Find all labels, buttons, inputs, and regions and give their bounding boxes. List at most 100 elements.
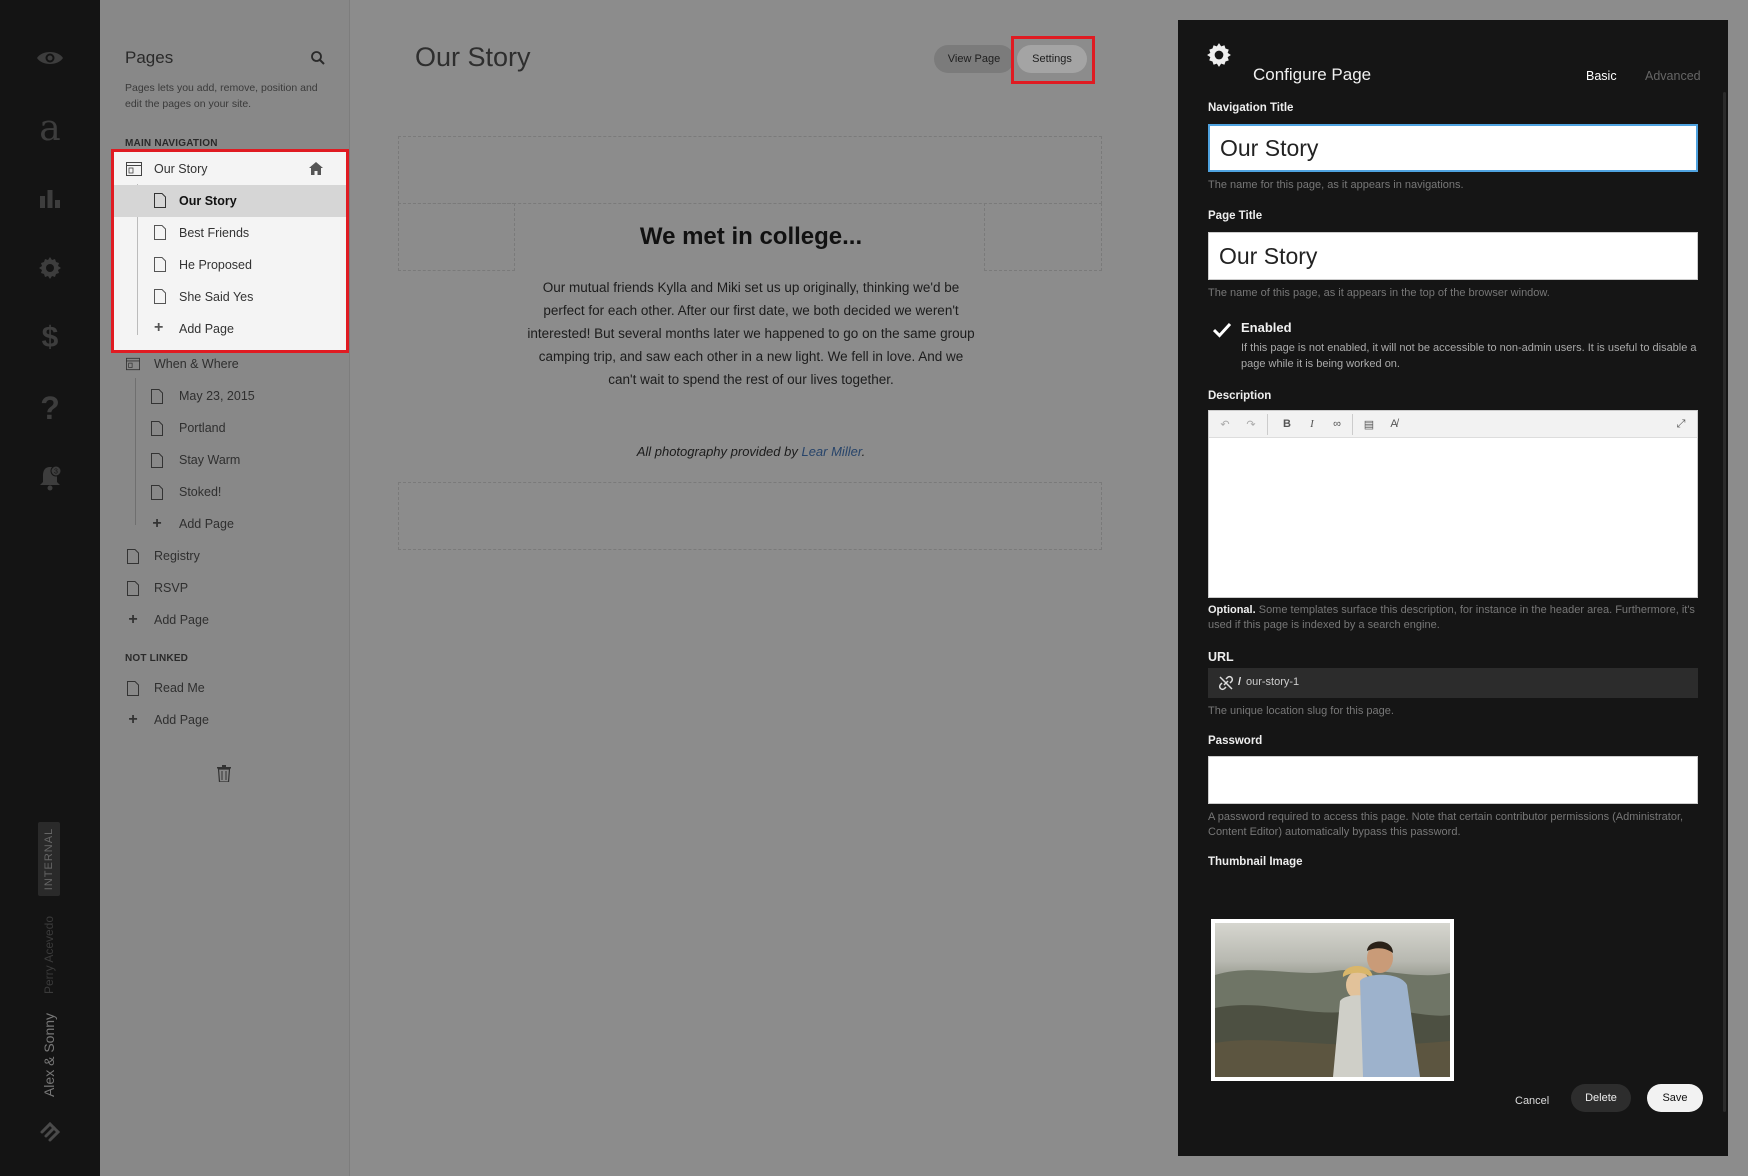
- trash-icon[interactable]: [217, 765, 231, 783]
- nav-title-input[interactable]: Our Story: [1208, 124, 1698, 172]
- description-editor[interactable]: ↶ ↷ B I ∞ ▤ A̸ ⤢: [1208, 410, 1698, 598]
- squarespace-logo-icon[interactable]: [30, 1112, 70, 1152]
- not-linked-label: NOT LINKED: [125, 653, 189, 664]
- photo-credit: All photography provided by Lear Miller.: [636, 444, 866, 459]
- tab-advanced[interactable]: Advanced: [1645, 69, 1701, 83]
- page-item[interactable]: Stay Warm: [112, 445, 348, 475]
- bell-icon[interactable]: 3: [30, 458, 70, 498]
- notification-count: 3: [54, 469, 58, 476]
- left-rail: a $ ? 3 INTERNAL Perry Acevedo Alex & So…: [0, 0, 100, 1176]
- folder-when-where[interactable]: When & Where: [112, 349, 348, 379]
- page-item[interactable]: Stoked!: [112, 477, 348, 507]
- page-icon: [154, 193, 166, 211]
- url-slug-field[interactable]: / our-story-1: [1208, 668, 1698, 698]
- photographer-link[interactable]: Lear Miller: [801, 444, 861, 459]
- password-input[interactable]: [1208, 756, 1698, 804]
- dialog-scrollbar[interactable]: [1723, 92, 1726, 1112]
- help-icon[interactable]: ?: [30, 388, 70, 428]
- undo-icon[interactable]: ↶: [1217, 416, 1233, 432]
- page-icon: [154, 225, 166, 243]
- configure-page-dialog: Configure Page Basic Advanced Navigation…: [1178, 20, 1728, 1156]
- home-icon[interactable]: [309, 162, 323, 178]
- url-slug-value: our-story-1: [1246, 676, 1300, 688]
- redo-icon[interactable]: ↷: [1243, 416, 1259, 432]
- add-page-button[interactable]: + Add Page: [112, 605, 348, 635]
- analytics-icon[interactable]: [30, 178, 70, 218]
- page-item-he-proposed[interactable]: He Proposed: [114, 249, 346, 281]
- page-title-help: The name of this page, as it appears in …: [1208, 287, 1550, 299]
- url-label: URL: [1208, 650, 1234, 664]
- page-title-input[interactable]: Our Story: [1208, 232, 1698, 280]
- page-icon: [126, 580, 140, 596]
- password-label: Password: [1208, 735, 1263, 747]
- page-item-registry[interactable]: Registry: [112, 541, 348, 571]
- enabled-label[interactable]: Enabled: [1241, 320, 1292, 335]
- page-title: Our Story: [415, 42, 531, 72]
- page-item-read-me[interactable]: Read Me: [112, 673, 348, 703]
- search-icon[interactable]: [310, 50, 326, 66]
- story-body: Our mutual friends Kylla and Miki set us…: [527, 280, 975, 387]
- plus-icon: +: [152, 515, 162, 532]
- page-icon: [154, 257, 166, 275]
- page-item-she-said-yes[interactable]: She Said Yes: [114, 281, 346, 313]
- settings-button[interactable]: Settings: [1017, 45, 1087, 73]
- save-button[interactable]: Save: [1647, 1084, 1703, 1112]
- bold-icon[interactable]: B: [1279, 416, 1295, 432]
- link-broken-icon: [1218, 675, 1234, 691]
- gear-icon: [1206, 42, 1232, 68]
- folder-icon: [126, 356, 140, 372]
- content-block[interactable]: [398, 136, 1102, 204]
- clear-format-icon[interactable]: A̸: [1386, 416, 1402, 432]
- add-page-button[interactable]: + Add Page: [112, 509, 348, 539]
- delete-button[interactable]: Delete: [1571, 1084, 1631, 1112]
- folder-our-story-highlight: Our Story Our Story Best Friends He Prop…: [111, 149, 349, 353]
- view-page-button[interactable]: View Page: [934, 45, 1014, 73]
- italic-icon[interactable]: I: [1304, 416, 1320, 432]
- plus-icon: +: [154, 319, 164, 336]
- add-page-button[interactable]: + Add Page: [112, 705, 348, 735]
- content-block[interactable]: [398, 482, 1102, 550]
- enabled-description: If this page is not enabled, it will not…: [1241, 342, 1697, 370]
- description-help: Optional. Some templates surface this de…: [1208, 604, 1695, 631]
- add-page-button[interactable]: + Add Page: [114, 313, 346, 345]
- page-icon: [150, 420, 164, 436]
- page-icon: [126, 680, 140, 696]
- link-icon[interactable]: ∞: [1329, 416, 1345, 432]
- folder-our-story[interactable]: Our Story: [114, 153, 346, 185]
- pages-title: Pages: [125, 48, 174, 67]
- expand-icon[interactable]: ⤢: [1673, 416, 1689, 432]
- page-icon: [150, 484, 164, 500]
- gear-icon[interactable]: [30, 248, 70, 288]
- checkmark-icon[interactable]: [1212, 322, 1232, 338]
- pages-description: Pages lets you add, remove, position and…: [125, 82, 318, 110]
- page-icon: [154, 289, 166, 307]
- typography-icon[interactable]: a: [30, 108, 70, 149]
- site-name[interactable]: Alex & Sonny: [41, 1013, 57, 1097]
- story-heading: We met in college...: [639, 223, 863, 250]
- block-icon[interactable]: ▤: [1361, 416, 1377, 432]
- editor-toolbar: ↶ ↷ B I ∞ ▤ A̸ ⤢: [1209, 411, 1697, 438]
- folder-icon: [126, 162, 142, 179]
- thumbnail-image[interactable]: [1211, 919, 1454, 1081]
- page-icon: [126, 548, 140, 564]
- page-item-our-story[interactable]: Our Story: [114, 185, 346, 217]
- thumbnail-label: Thumbnail Image: [1208, 856, 1303, 868]
- cancel-button[interactable]: Cancel: [1515, 1095, 1549, 1107]
- couple-photo: [1215, 923, 1450, 1077]
- nav-title-help: The name for this page, as it appears in…: [1208, 179, 1464, 191]
- page-item[interactable]: Portland: [112, 413, 348, 443]
- commerce-icon[interactable]: $: [30, 318, 70, 358]
- page-icon: [150, 452, 164, 468]
- tab-basic[interactable]: Basic: [1586, 69, 1617, 83]
- page-item[interactable]: May 23, 2015: [112, 381, 348, 411]
- main-navigation-label: MAIN NAVIGATION: [125, 138, 218, 149]
- url-help: The unique location slug for this page.: [1208, 705, 1394, 717]
- eye-icon[interactable]: [30, 38, 70, 78]
- page-item-best-friends[interactable]: Best Friends: [114, 217, 346, 249]
- page-icon: [150, 388, 164, 404]
- password-help: A password required to access this page.…: [1208, 811, 1684, 838]
- nav-title-label: Navigation Title: [1208, 102, 1294, 114]
- plus-icon: +: [128, 711, 138, 728]
- user-name[interactable]: Perry Acevedo: [42, 916, 56, 994]
- page-item-rsvp[interactable]: RSVP: [112, 573, 348, 603]
